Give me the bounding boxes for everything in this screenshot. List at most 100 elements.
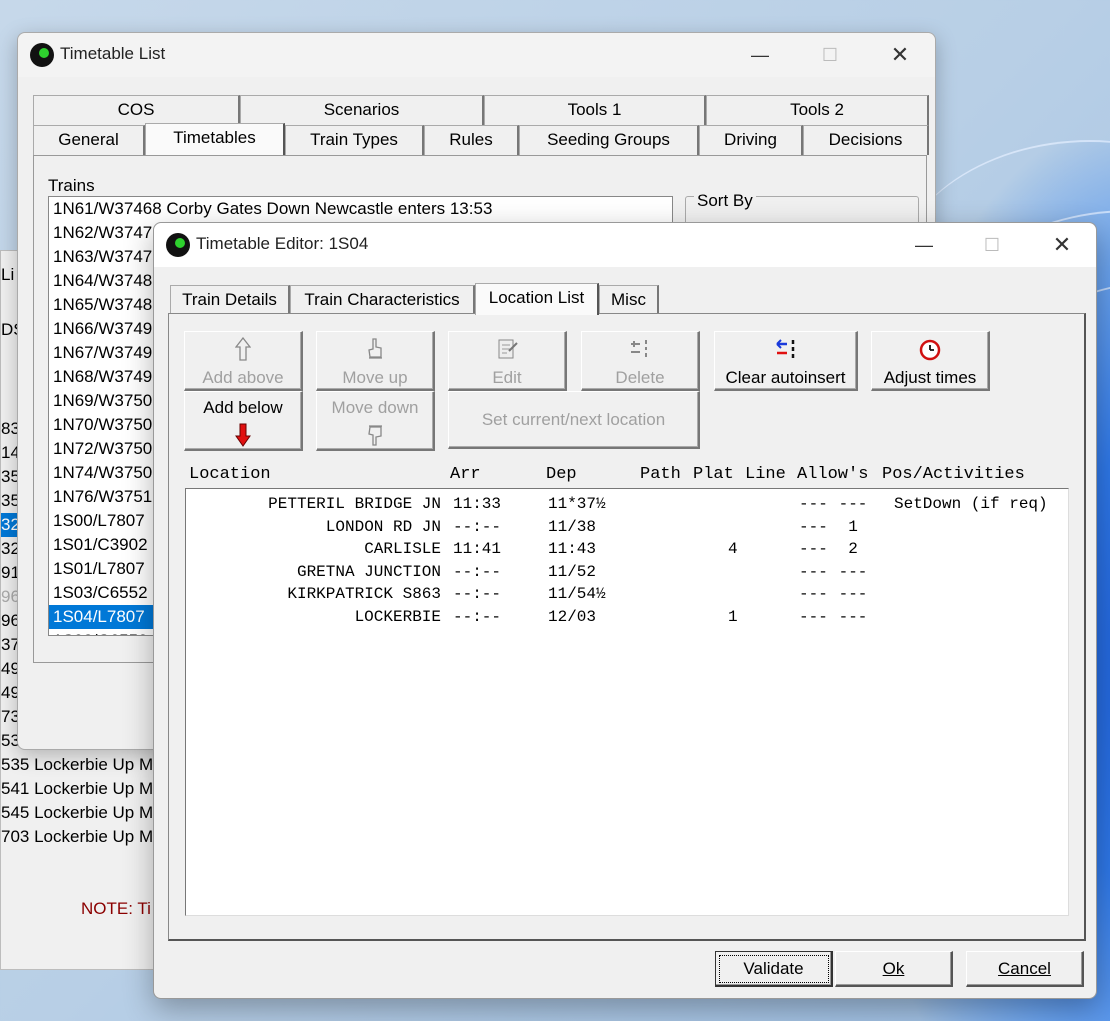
- column-location: Location: [189, 465, 271, 484]
- editor-title-bar[interactable]: Timetable Editor: 1S04 — ☐ ✕: [154, 223, 1096, 267]
- arrival-time: 11:41: [453, 540, 502, 558]
- clock-icon: [872, 336, 988, 362]
- location-name: GRETNA JUNCTION: [296, 562, 441, 581]
- tab-decisions[interactable]: Decisions: [803, 125, 929, 155]
- location-row[interactable]: LOCKERBIE --:-- 12/03 1 --- ---: [186, 606, 1068, 628]
- tab-timetables[interactable]: Timetables: [145, 123, 285, 155]
- background-list-row: 535 Lockerbie Up M: [1, 755, 154, 774]
- arrow-up-icon: [185, 336, 301, 362]
- arrival-time: --:--: [453, 562, 502, 581]
- close-button[interactable]: ✕: [1040, 229, 1084, 261]
- location-row[interactable]: LONDON RD JN --:-- 11/38 --- 1: [186, 516, 1068, 538]
- allowance-1: ---: [799, 607, 828, 626]
- column-line: Line: [745, 465, 786, 484]
- arrival-time: 11:33: [453, 495, 502, 513]
- close-button[interactable]: ✕: [878, 39, 922, 71]
- allowance-2: ---: [838, 562, 868, 581]
- column-plat: Plat: [693, 465, 734, 484]
- add-above-button[interactable]: Add above: [184, 331, 303, 391]
- tab-train-characteristics[interactable]: Train Characteristics: [290, 285, 475, 315]
- sort-by-label: Sort By: [694, 191, 756, 211]
- allowance-1: ---: [799, 585, 828, 603]
- location-name: KIRKPATRICK S863: [287, 585, 441, 603]
- add-below-button[interactable]: Add below: [184, 391, 303, 451]
- allowance-2: ---: [838, 585, 868, 603]
- tab-train-details[interactable]: Train Details: [170, 285, 290, 315]
- column-pos-activities: Pos/Activities: [882, 465, 1025, 484]
- tab-cos[interactable]: COS: [33, 95, 240, 125]
- column-arr: Arr: [450, 465, 481, 484]
- edit-button[interactable]: Edit: [448, 331, 567, 391]
- location-name: CARLISLE: [364, 540, 441, 558]
- move-down-button[interactable]: Move down: [316, 391, 435, 451]
- maximize-button: ☐: [821, 44, 839, 65]
- maximize-button: ☐: [983, 234, 1001, 255]
- allowance-2: 2: [848, 540, 858, 558]
- tab-scenarios[interactable]: Scenarios: [240, 95, 484, 125]
- train-list-item[interactable]: 1N61/W37468 Corby Gates Down Newcastle e…: [49, 197, 672, 221]
- allowance-2: ---: [838, 607, 868, 626]
- tab-location-list[interactable]: Location List: [475, 283, 599, 315]
- ok-button[interactable]: Ok: [835, 951, 953, 987]
- location-row[interactable]: CARLISLE 11:41 11:43 4 --- 2: [186, 538, 1068, 560]
- column-path: Path: [640, 465, 681, 484]
- title-bar[interactable]: Timetable List — ☐ ✕: [18, 33, 935, 77]
- allowance-2: ---: [838, 495, 868, 513]
- trains-label: Trains: [48, 176, 95, 195]
- move-up-button[interactable]: Move up: [316, 331, 435, 391]
- location-name: PETTERIL BRIDGE JN: [268, 495, 441, 513]
- departure-time: 11:43: [548, 540, 597, 558]
- tab-misc[interactable]: Misc: [599, 285, 659, 315]
- clear-autoinsert-icon: [715, 336, 856, 362]
- background-list-row: 545 Lockerbie Up M: [1, 803, 154, 822]
- validate-button[interactable]: Validate: [715, 951, 833, 987]
- arrival-time: --:--: [453, 607, 502, 626]
- hand-pointing-down-icon: [317, 422, 433, 448]
- tab-row-bottom: General Timetables Train Types Rules See…: [33, 123, 929, 155]
- delete-button[interactable]: Delete: [581, 331, 700, 391]
- allowance-1: ---: [799, 517, 828, 536]
- hand-pointing-up-icon: [317, 336, 433, 362]
- location-listbox[interactable]: PETTERIL BRIDGE JN 11:33 11*37½ --- --- SetDo…: [185, 488, 1069, 916]
- allowance-1: ---: [799, 495, 828, 513]
- allowance-1: ---: [799, 562, 828, 581]
- timetable-editor-window: Timetable Editor: 1S04 — ☐ ✕ Train Detai…: [153, 222, 1097, 999]
- arrival-time: --:--: [453, 585, 502, 603]
- background-list-row: 541 Lockerbie Up M: [1, 779, 154, 798]
- tab-driving[interactable]: Driving: [699, 125, 803, 155]
- tab-rules[interactable]: Rules: [424, 125, 519, 155]
- edit-document-icon: [449, 336, 565, 362]
- platform: 1: [728, 607, 738, 626]
- window-title: Timetable List: [60, 44, 166, 63]
- departure-time: 11/54½: [548, 585, 606, 603]
- tab-general[interactable]: General: [33, 125, 145, 155]
- tab-train-types[interactable]: Train Types: [285, 125, 424, 155]
- arrival-time: --:--: [453, 517, 502, 536]
- editor-tab-row: Train Details Train Characteristics Loca…: [170, 283, 659, 315]
- departure-time: 11*37½: [548, 495, 606, 513]
- tab-tools-2[interactable]: Tools 2: [706, 95, 929, 125]
- arrow-down-icon: [185, 422, 301, 448]
- location-row[interactable]: KIRKPATRICK S863 --:-- 11/54½ --- ---: [186, 583, 1068, 605]
- column-dep: Dep: [546, 465, 577, 484]
- clear-autoinsert-button[interactable]: Clear autoinsert: [714, 331, 858, 391]
- location-row[interactable]: PETTERIL BRIDGE JN 11:33 11*37½ --- --- SetDo…: [186, 493, 1068, 515]
- location-name: LOCKERBIE: [354, 607, 441, 626]
- adjust-times-button[interactable]: Adjust times: [871, 331, 990, 391]
- minimize-button[interactable]: —: [738, 39, 782, 71]
- activity: SetDown (if req): [894, 495, 1048, 513]
- editor-window-title: Timetable Editor: 1S04: [196, 234, 369, 253]
- tab-row-top: COS Scenarios Tools 1 Tools 2: [33, 95, 929, 125]
- allowance-2: 1: [848, 517, 858, 536]
- tab-seeding-groups[interactable]: Seeding Groups: [519, 125, 699, 155]
- cancel-button[interactable]: Cancel: [966, 951, 1084, 987]
- column-allows: Allow's: [797, 465, 869, 484]
- location-row[interactable]: GRETNA JUNCTION --:-- 11/52 --- ---: [186, 561, 1068, 583]
- departure-time: 12/03: [548, 607, 597, 626]
- minimize-button[interactable]: —: [902, 229, 946, 261]
- departure-time: 11/38: [548, 517, 597, 536]
- app-icon: [166, 233, 190, 257]
- background-list-row: 703 Lockerbie Up M: [1, 827, 154, 846]
- tab-tools-1[interactable]: Tools 1: [484, 95, 706, 125]
- set-current-next-location-button[interactable]: Set current/next location: [448, 391, 700, 449]
